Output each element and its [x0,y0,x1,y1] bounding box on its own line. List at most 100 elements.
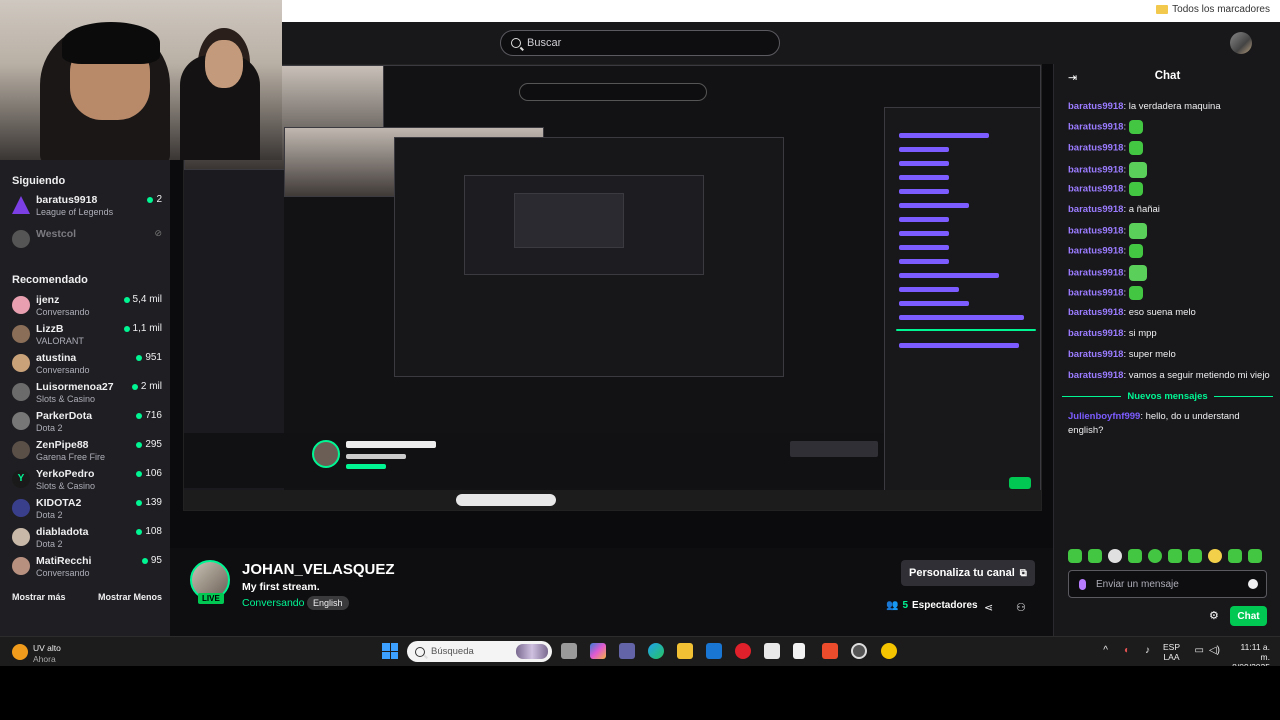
windows-start-icon[interactable] [382,643,398,659]
nested-title [346,441,436,448]
emote-icon[interactable] [1188,549,1202,563]
chat-username[interactable]: baratus9918 [1068,165,1123,176]
recommended-channel[interactable]: ijenz Conversando 5,4 mil [12,294,162,322]
store-icon[interactable] [764,643,780,659]
antivirus-icon[interactable]: ◐ [1124,645,1130,656]
stream-video-frame[interactable] [183,64,1042,511]
stream-category[interactable]: Conversando [242,597,304,609]
display-icon[interactable]: ▭ [1195,645,1204,656]
chat-username[interactable]: baratus9918 [1068,288,1123,299]
nested-stream-info [184,433,884,488]
weather-widget[interactable]: UV alto Ahora [12,640,92,664]
recommended-channel[interactable]: MatiRecchi Conversando 95 [12,555,162,583]
chat-settings-icon[interactable]: ⚙ [1209,609,1219,622]
chat-username[interactable]: baratus9918 [1068,268,1123,279]
outlook-icon[interactable] [706,643,722,659]
edge-icon[interactable] [648,643,664,659]
show-more-link[interactable]: Mostrar más [12,592,66,602]
recommended-channel[interactable]: Y YerkoPedro Slots & Casino 106 [12,468,162,496]
viewer-number: 139 [145,497,162,508]
channel-game: Conversando [36,568,90,578]
chat-message: baratus9918: eso suena melo [1068,307,1196,318]
followed-channel[interactable]: baratus9918 League of Legends 2 [12,194,162,222]
stream-tag[interactable]: English [307,596,349,610]
chat-username[interactable]: baratus9918 [1068,204,1123,215]
copilot-icon[interactable] [590,643,606,659]
chat-username[interactable]: Julienboyfnf999 [1068,411,1140,422]
chat-username[interactable]: baratus9918 [1068,307,1123,318]
customize-channel-button[interactable]: Personaliza tu canal ⧉ [901,560,1035,586]
recommended-channel[interactable]: diabladota Dota 2 108 [12,526,162,554]
emote-icon[interactable] [1128,244,1143,258]
chat-username[interactable]: baratus9918 [1068,349,1123,360]
recommended-channel[interactable]: atustina Conversando 951 [12,352,162,380]
chat-username[interactable]: baratus9918 [1068,226,1123,237]
os-taskbar: UV alto Ahora Búsqueda ^ ◐ ♪ ESP LAA ▭ ◁)… [0,636,1280,672]
chat-username[interactable]: baratus9918 [1068,122,1123,133]
teams-icon[interactable] [619,643,635,659]
emote-icon[interactable] [1088,549,1102,563]
emote-icon[interactable] [1128,141,1143,155]
nested-chat-line [899,245,949,250]
followed-channel-offline[interactable]: Westcol ⊘ [12,228,162,256]
emote-picker-icon[interactable] [1248,579,1258,589]
opera-icon[interactable] [735,643,751,659]
chat-message: baratus9918: si mpp [1068,328,1157,339]
search-input[interactable]: Buscar [500,30,780,56]
emote-icon[interactable] [1128,549,1142,563]
notepad-icon[interactable] [793,643,805,659]
recommended-channel[interactable]: KIDOTA2 Dota 2 139 [12,497,162,525]
emote-icon[interactable] [1208,549,1222,563]
app-icon[interactable] [881,643,897,659]
recommended-channel[interactable]: ZenPipe88 Garena Free Fire 295 [12,439,162,467]
language-indicator[interactable]: ESP LAA [1163,642,1180,662]
user-action-icon[interactable]: ⚇ [1016,601,1026,614]
chat-username[interactable]: baratus9918 [1068,246,1123,257]
chevron-up-icon[interactable]: ^ [1103,645,1108,656]
chat-username[interactable]: baratus9918 [1068,184,1123,195]
channel-name: YerkoPedro [36,468,95,480]
task-view-icon[interactable] [561,643,577,659]
streamer-name[interactable]: JOHAN_VELASQUEZ [242,561,395,578]
emote-icon[interactable] [1148,549,1162,563]
obs-icon[interactable] [851,643,867,659]
viewers-icon: 👥 [886,600,899,611]
chat-username[interactable]: baratus9918 [1068,328,1123,339]
file-explorer-icon[interactable] [677,643,693,659]
emote-icon[interactable] [1128,286,1143,300]
chat-username[interactable]: baratus9918 [1068,370,1123,381]
viewer-number: 2 mil [140,381,162,392]
emote-icon[interactable] [1248,549,1262,563]
chat-send-button[interactable]: Chat [1230,606,1267,626]
recommended-channel[interactable]: ParkerDota Dota 2 716 [12,410,162,438]
recommended-heading: Recomendado [12,274,88,286]
chat-message-input[interactable]: Enviar un mensaje [1068,570,1267,598]
brave-icon[interactable] [822,643,838,659]
emote-icon[interactable] [1108,549,1122,563]
chat-username[interactable]: baratus9918 [1068,101,1123,112]
emote-icon[interactable] [1128,223,1147,239]
emote-icon[interactable] [1128,120,1143,134]
emote-icon[interactable] [1168,549,1182,563]
emote-icon[interactable] [1128,162,1147,178]
emote-icon[interactable] [1228,549,1242,563]
show-less-link[interactable]: Mostrar Menos [98,592,162,602]
viewer-count: 716 [136,410,162,421]
taskbar-search[interactable]: Búsqueda [407,641,552,662]
customize-label: Personaliza tu canal [909,567,1015,579]
nested-player [514,193,624,248]
emote-icon[interactable] [1068,549,1082,563]
recommended-channel[interactable]: LizzB VALORANT 1,1 mil [12,323,162,351]
new-messages-divider[interactable]: Nuevos mensajes [1062,391,1274,402]
microphone-icon[interactable] [1079,578,1086,590]
emote-icon[interactable] [1128,265,1147,281]
volume-icon[interactable]: ◁) [1209,645,1220,656]
chat-username[interactable]: baratus9918 [1068,143,1123,154]
share-icon[interactable]: ⋖ [984,601,993,614]
microphone-icon[interactable]: ♪ [1145,645,1150,656]
recommended-channel[interactable]: Luisormenoa27 Slots & Casino 2 mil [12,381,162,409]
clock-time: 11:11 a. m. [1240,642,1270,662]
emote-icon[interactable] [1128,182,1143,196]
all-bookmarks-button[interactable]: Todos los marcadores [1156,4,1270,15]
user-avatar[interactable] [1230,32,1252,54]
